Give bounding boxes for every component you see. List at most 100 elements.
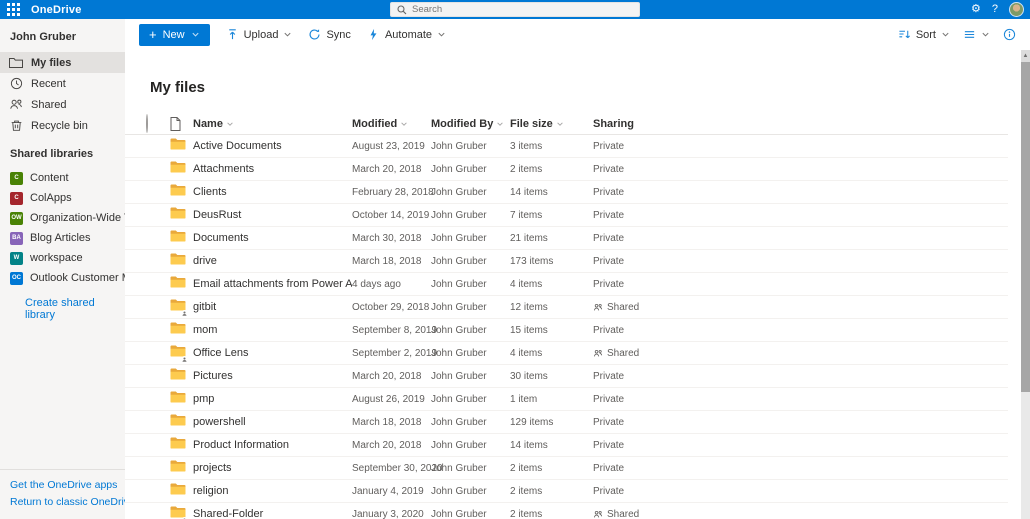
folder-icon (170, 298, 186, 315)
file-modified: October 14, 2019 (352, 210, 431, 221)
file-sharing: Private (593, 440, 1008, 451)
library-tile-icon: C (10, 172, 23, 185)
table-row[interactable]: Pictures March 20, 2018 John Gruber 30 i… (125, 365, 1008, 388)
select-all-checkbox[interactable] (146, 114, 148, 133)
file-name[interactable]: religion (193, 485, 352, 497)
file-name[interactable]: powershell (193, 416, 352, 428)
sidebar-item-recycle-bin[interactable]: Recycle bin (0, 115, 125, 136)
file-name[interactable]: DeusRust (193, 209, 352, 221)
sidebar-item-my-files[interactable]: My files (0, 52, 125, 73)
table-row[interactable]: Active Documents August 23, 2019 John Gr… (125, 135, 1008, 158)
table-row[interactable]: Office Lens September 2, 2019 John Grube… (125, 342, 1008, 365)
table-row[interactable]: DeusRust October 14, 2019 John Gruber 7 … (125, 204, 1008, 227)
file-name[interactable]: Shared-Folder (193, 508, 352, 519)
file-modified: March 18, 2018 (352, 256, 431, 267)
folder-icon (170, 436, 186, 453)
automate-button[interactable]: Automate (367, 28, 446, 41)
folder-icon (170, 321, 186, 338)
file-name[interactable]: Pictures (193, 370, 352, 382)
table-row[interactable]: powershell March 18, 2018 John Gruber 12… (125, 411, 1008, 434)
user-avatar[interactable] (1009, 2, 1024, 17)
sidebar-library-item[interactable]: OC Outlook Customer Manag... (0, 268, 125, 288)
table-row[interactable]: projects September 30, 2020 John Gruber … (125, 457, 1008, 480)
sidebar-library-item[interactable]: OW Organization-Wide Team (0, 208, 125, 228)
search-icon (397, 5, 407, 15)
file-modified: 4 days ago (352, 279, 431, 290)
file-size: 14 items (510, 440, 593, 451)
file-sharing: Shared (593, 302, 1008, 313)
file-name[interactable]: Attachments (193, 163, 352, 175)
file-modified-by: John Gruber (431, 486, 510, 497)
create-shared-library-link[interactable]: Create shared library (0, 288, 125, 321)
folder-icon (170, 183, 186, 200)
file-name[interactable]: Active Documents (193, 140, 352, 152)
file-size: 12 items (510, 302, 593, 313)
file-name[interactable]: Office Lens (193, 347, 352, 359)
folder-icon (170, 482, 186, 499)
file-name[interactable]: Clients (193, 186, 352, 198)
sidebar-library-item[interactable]: BA Blog Articles (0, 228, 125, 248)
search-input[interactable] (412, 4, 612, 15)
column-header-sharing[interactable]: Sharing (593, 118, 1008, 130)
view-options-button[interactable] (963, 28, 990, 41)
command-bar: + New Upload Sync (125, 19, 1030, 50)
footer-link-get-the-onedrive-apps[interactable]: Get the OneDrive apps (10, 477, 115, 494)
sidebar-item-recent[interactable]: Recent (0, 73, 125, 94)
table-row[interactable]: pmp August 26, 2019 John Gruber 1 item P… (125, 388, 1008, 411)
new-button[interactable]: + New (139, 24, 210, 46)
help-icon[interactable]: ? (992, 0, 998, 19)
file-type-column-icon[interactable] (170, 117, 193, 131)
file-name[interactable]: Product Information (193, 439, 352, 451)
table-row[interactable]: Documents March 30, 2018 John Gruber 21 … (125, 227, 1008, 250)
file-name[interactable]: mom (193, 324, 352, 336)
file-name[interactable]: drive (193, 255, 352, 267)
sync-button[interactable]: Sync (308, 28, 350, 41)
chevron-down-icon (941, 30, 950, 39)
column-header-modified-by[interactable]: Modified By (431, 118, 510, 130)
shared-badge-icon (181, 310, 188, 317)
table-row[interactable]: Shared-Folder January 3, 2020 John Grube… (125, 503, 1008, 519)
table-body: Active Documents August 23, 2019 John Gr… (125, 135, 1008, 519)
file-modified: March 20, 2018 (352, 440, 431, 451)
plus-icon: + (149, 28, 157, 41)
sidebar-item-shared[interactable]: Shared (0, 94, 125, 115)
sidebar-library-item[interactable]: W workspace (0, 248, 125, 268)
table-row[interactable]: Clients February 28, 2018 John Gruber 14… (125, 181, 1008, 204)
file-name[interactable]: Documents (193, 232, 352, 244)
file-name[interactable]: gitbit (193, 301, 352, 313)
sort-button[interactable]: Sort (898, 28, 950, 41)
table-row[interactable]: religion January 4, 2019 John Gruber 2 i… (125, 480, 1008, 503)
file-name[interactable]: projects (193, 462, 352, 474)
sidebar-library-item[interactable]: C Content (0, 168, 125, 188)
column-header-modified[interactable]: Modified (352, 118, 431, 130)
search-box[interactable] (390, 2, 640, 17)
footer-link-return-to-classic-onedrive[interactable]: Return to classic OneDrive (10, 494, 115, 511)
details-pane-button[interactable] (1003, 28, 1016, 41)
table-row[interactable]: Attachments March 20, 2018 John Gruber 2… (125, 158, 1008, 181)
chevron-down-icon (496, 120, 504, 128)
sidebar: John Gruber My files Recent Shared Recyc… (0, 19, 125, 519)
file-modified-by: John Gruber (431, 187, 510, 198)
folder-icon (170, 275, 186, 292)
file-sharing: Private (593, 210, 1008, 221)
table-row[interactable]: Product Information March 20, 2018 John … (125, 434, 1008, 457)
table-row[interactable]: drive March 18, 2018 John Gruber 173 ite… (125, 250, 1008, 273)
table-row[interactable]: mom September 8, 2019 John Gruber 15 ite… (125, 319, 1008, 342)
vertical-scrollbar[interactable]: ▲ (1021, 50, 1030, 519)
sidebar-library-item[interactable]: C ColApps (0, 188, 125, 208)
table-row[interactable]: gitbit October 29, 2018 John Gruber 12 i… (125, 296, 1008, 319)
chevron-down-icon (226, 120, 234, 128)
column-header-name[interactable]: Name (193, 118, 352, 130)
file-sharing: Private (593, 371, 1008, 382)
sidebar-footer: Get the OneDrive apps Return to classic … (0, 469, 125, 519)
table-row[interactable]: Email attachments from Power Automate 4 … (125, 273, 1008, 296)
file-name[interactable]: pmp (193, 393, 352, 405)
file-name[interactable]: Email attachments from Power Automate (193, 278, 352, 290)
scroll-up-button[interactable]: ▲ (1021, 50, 1030, 62)
settings-gear-icon[interactable]: ⚙ (971, 0, 981, 19)
file-sharing: Private (593, 486, 1008, 497)
column-header-file-size[interactable]: File size (510, 118, 593, 130)
upload-button[interactable]: Upload (226, 28, 293, 41)
scrollbar-thumb[interactable] (1021, 62, 1030, 392)
app-launcher-icon[interactable] (7, 3, 20, 16)
